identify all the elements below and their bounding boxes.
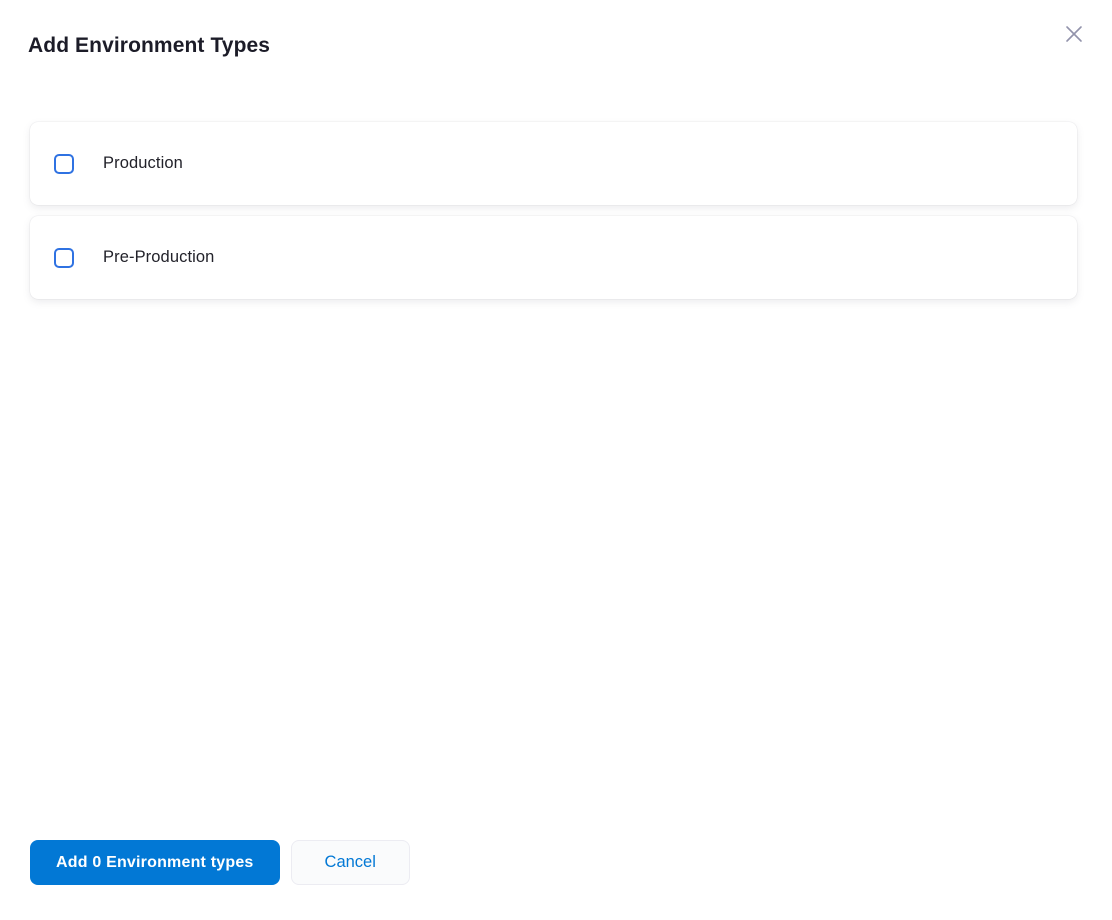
production-checkbox[interactable] [54,154,74,174]
close-button[interactable] [1060,20,1088,48]
modal-title: Add Environment Types [28,32,1084,60]
list-item-pre-production[interactable]: Pre-Production [30,216,1077,299]
environment-type-list: Production Pre-Production [30,122,1077,299]
modal-body-spacer [0,299,1112,840]
pre-production-checkbox[interactable] [54,248,74,268]
environment-type-label: Pre-Production [103,248,214,267]
add-environment-types-modal: Add Environment Types Production Pre-Pro… [0,0,1112,920]
cancel-button[interactable]: Cancel [291,840,410,885]
modal-footer: Add 0 Environment types Cancel [0,840,1112,920]
modal-header: Add Environment Types [0,0,1112,60]
environment-type-label: Production [103,154,183,173]
list-item-production[interactable]: Production [30,122,1077,205]
add-environment-types-button[interactable]: Add 0 Environment types [30,840,280,885]
close-icon [1062,22,1086,46]
